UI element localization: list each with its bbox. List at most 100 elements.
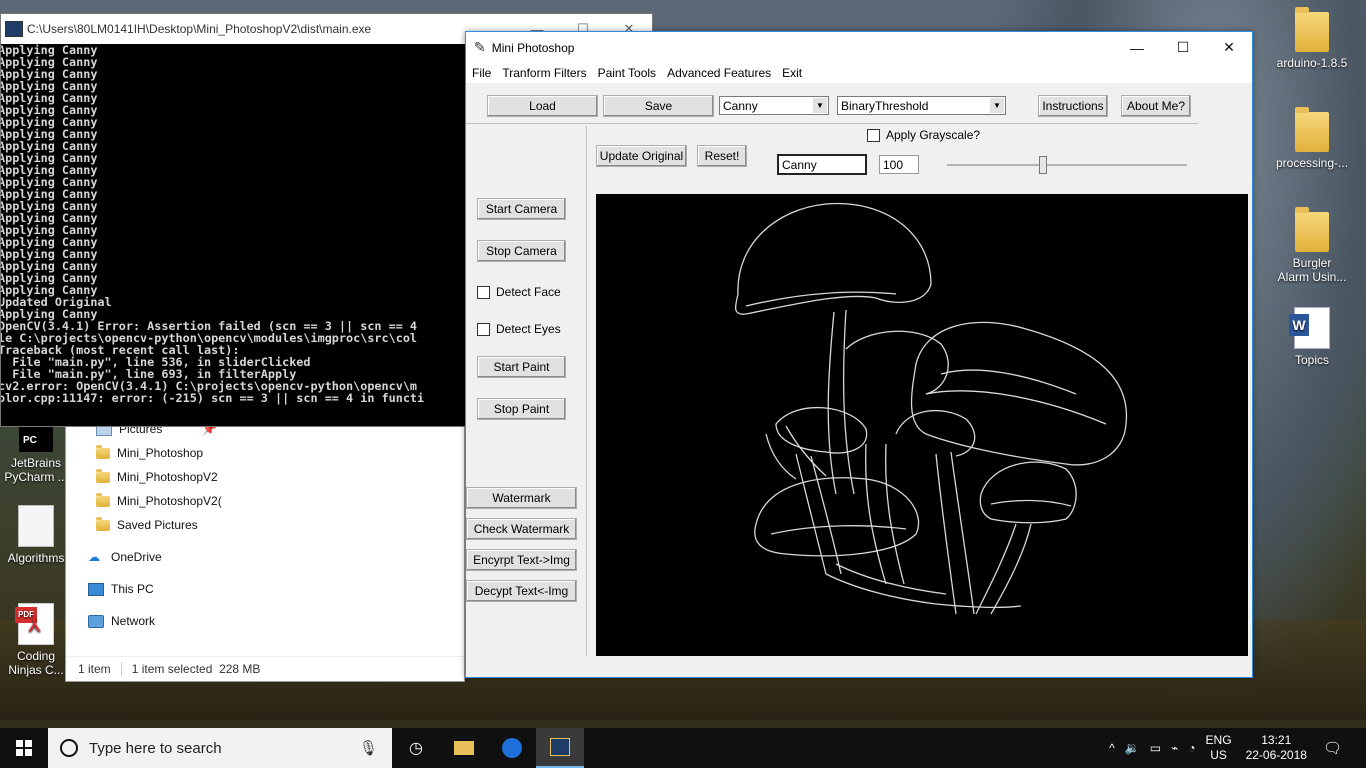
stop-camera-button[interactable]: Stop Camera [477,240,566,262]
nav-item-label: Saved Pictures [117,518,198,532]
mini-photoshop-window: ✎ Mini Photoshop — ☐ ✕ File Tranform Fil… [465,31,1253,678]
volume-icon[interactable]: 🔉 [1125,741,1140,755]
clock-time: 13:21 [1261,733,1292,747]
system-tray: ^ 🔉 ▭ ⌁ ◔ ENG US 13:21 22-06-2018 🗨 [1109,728,1366,768]
slider-value-field[interactable]: 100 [879,155,919,174]
pc-icon [88,582,104,596]
microphone-icon[interactable]: 🎙 [359,739,378,757]
language-indicator[interactable]: ENG US [1206,733,1232,763]
language-code: ENG [1205,733,1232,747]
status-item-count: 1 item [78,662,111,676]
encrypt-text-button[interactable]: Encyrpt Text->Img [466,549,577,571]
filter-name-field[interactable]: Canny [777,154,867,175]
detect-face-checkbox[interactable]: Detect Face [477,285,561,299]
task-view-icon[interactable]: ◷ [392,728,440,768]
desktop-icon-label: Burgler Alarm Usin... [1277,256,1347,284]
network-tray-icon[interactable]: ⌁ [1171,741,1178,755]
start-paint-button[interactable]: Start Paint [477,356,566,378]
desktop-icon-arduino[interactable]: arduino-1.8.5 [1276,7,1348,70]
image-canvas[interactable] [596,194,1248,656]
slider-thumb[interactable] [1039,156,1047,174]
load-button[interactable]: Load [487,95,598,117]
cloud-icon: ☁ [88,550,100,564]
document-icon [18,505,54,547]
clock[interactable]: 13:21 22-06-2018 [1246,733,1307,763]
firefox-icon[interactable] [488,728,536,768]
pdf-icon: PDF ⅄ [15,603,54,645]
app-titlebar[interactable]: ✎ Mini Photoshop — ☐ ✕ [466,32,1252,63]
stop-paint-button[interactable]: Stop Paint [477,398,566,420]
folder-icon [96,444,110,459]
folder-icon [1295,107,1329,152]
filter-select[interactable]: Canny ▼ [719,96,829,115]
check-watermark-button[interactable]: Check Watermark [466,518,577,540]
taskbar-search[interactable]: Type here to search 🎙 [48,728,392,768]
magic-wand-icon: ✎ [474,39,486,55]
checkbox-box[interactable] [477,322,490,336]
threshold-select[interactable]: BinaryThreshold ▼ [837,96,1006,115]
nav-item-mini-photoshop-v2-copy[interactable]: Mini_PhotoshopV2( [96,491,222,511]
desktop-icon-processing[interactable]: processing-... [1276,107,1348,170]
folder-icon [1295,207,1329,252]
desktop-icon-burgler-alarm[interactable]: Burgler Alarm Usin... [1276,207,1348,284]
explorer-status-bar: 1 item 1 item selected 228 MB [66,656,464,681]
watermark-button[interactable]: Watermark [466,487,577,509]
file-explorer-taskbar-icon[interactable] [440,728,488,768]
console-app-icon [5,21,23,37]
canny-edge-image [734,202,1128,615]
chevron-down-icon: ▼ [990,98,1004,113]
update-original-button[interactable]: Update Original [596,145,687,167]
console-taskbar-icon[interactable] [536,728,584,768]
grayscale-checkbox[interactable]: Apply Grayscale? [867,128,980,142]
detect-face-label: Detect Face [496,285,561,299]
menu-file[interactable]: File [472,66,491,80]
nav-item-mini-photoshop[interactable]: Mini_Photoshop [96,443,203,463]
region-code: US [1210,748,1227,762]
desktop-icon-algorithms[interactable]: Algorithms [0,505,72,565]
about-button[interactable]: About Me? [1121,95,1191,117]
search-icon [60,739,78,757]
desktop-icon-label: Topics [1294,353,1329,367]
nav-item-this-pc[interactable]: This PC [88,579,154,599]
close-icon[interactable]: ✕ [1206,39,1252,56]
desktop-icon-label: Algorithms [7,551,65,565]
clock-date: 22-06-2018 [1245,748,1307,762]
chevron-up-icon[interactable]: ^ [1109,741,1115,755]
sidebar-divider [586,126,587,656]
wifi-icon[interactable]: ◔ [1188,741,1195,755]
nav-item-saved-pictures[interactable]: Saved Pictures [96,515,198,535]
minimize-icon[interactable]: — [1114,40,1160,56]
filter-select-value: Canny [723,98,758,113]
menu-exit[interactable]: Exit [782,66,802,80]
instructions-button[interactable]: Instructions [1038,95,1108,117]
menu-bar: File Tranform Filters Paint Tools Advanc… [466,63,1252,83]
desktop-icon-label: arduino-1.8.5 [1276,56,1348,70]
nav-item-onedrive[interactable]: ☁ OneDrive [88,547,162,567]
detect-eyes-checkbox[interactable]: Detect Eyes [477,322,561,336]
desktop-icon-topics[interactable]: W Topics [1276,307,1348,367]
maximize-icon[interactable]: ☐ [1160,39,1206,56]
nav-item-network[interactable]: Network [88,611,155,631]
folder-icon [1295,7,1329,52]
reset-button[interactable]: Reset! [697,145,747,167]
checkbox-box[interactable] [477,285,490,299]
save-button[interactable]: Save [603,95,714,117]
start-camera-button[interactable]: Start Camera [477,198,566,220]
nav-item-label: This PC [111,582,154,596]
decrypt-text-button[interactable]: Decypt Text<-Img [466,580,577,602]
checkbox-box[interactable] [867,128,880,142]
menu-paint-tools[interactable]: Paint Tools [598,66,656,80]
threshold-slider[interactable] [947,156,1187,174]
menu-transform-filters[interactable]: Tranform Filters [502,66,586,80]
notifications-icon[interactable]: 🗨 [1323,739,1342,757]
nav-item-label: Network [111,614,156,628]
start-button[interactable] [0,728,48,768]
folder-icon [96,516,110,531]
menu-advanced-features[interactable]: Advanced Features [667,66,771,80]
search-placeholder: Type here to search [89,739,222,757]
nav-item-mini-photoshop-v2[interactable]: Mini_PhotoshopV2 [96,467,218,487]
desktop-icon-label: JetBrains PyCharm ... [4,456,68,484]
battery-icon[interactable]: ▭ [1150,741,1161,755]
desktop-icon-coding-ninjas[interactable]: PDF ⅄ Coding Ninjas C... [0,603,72,677]
grayscale-label: Apply Grayscale? [886,128,981,142]
